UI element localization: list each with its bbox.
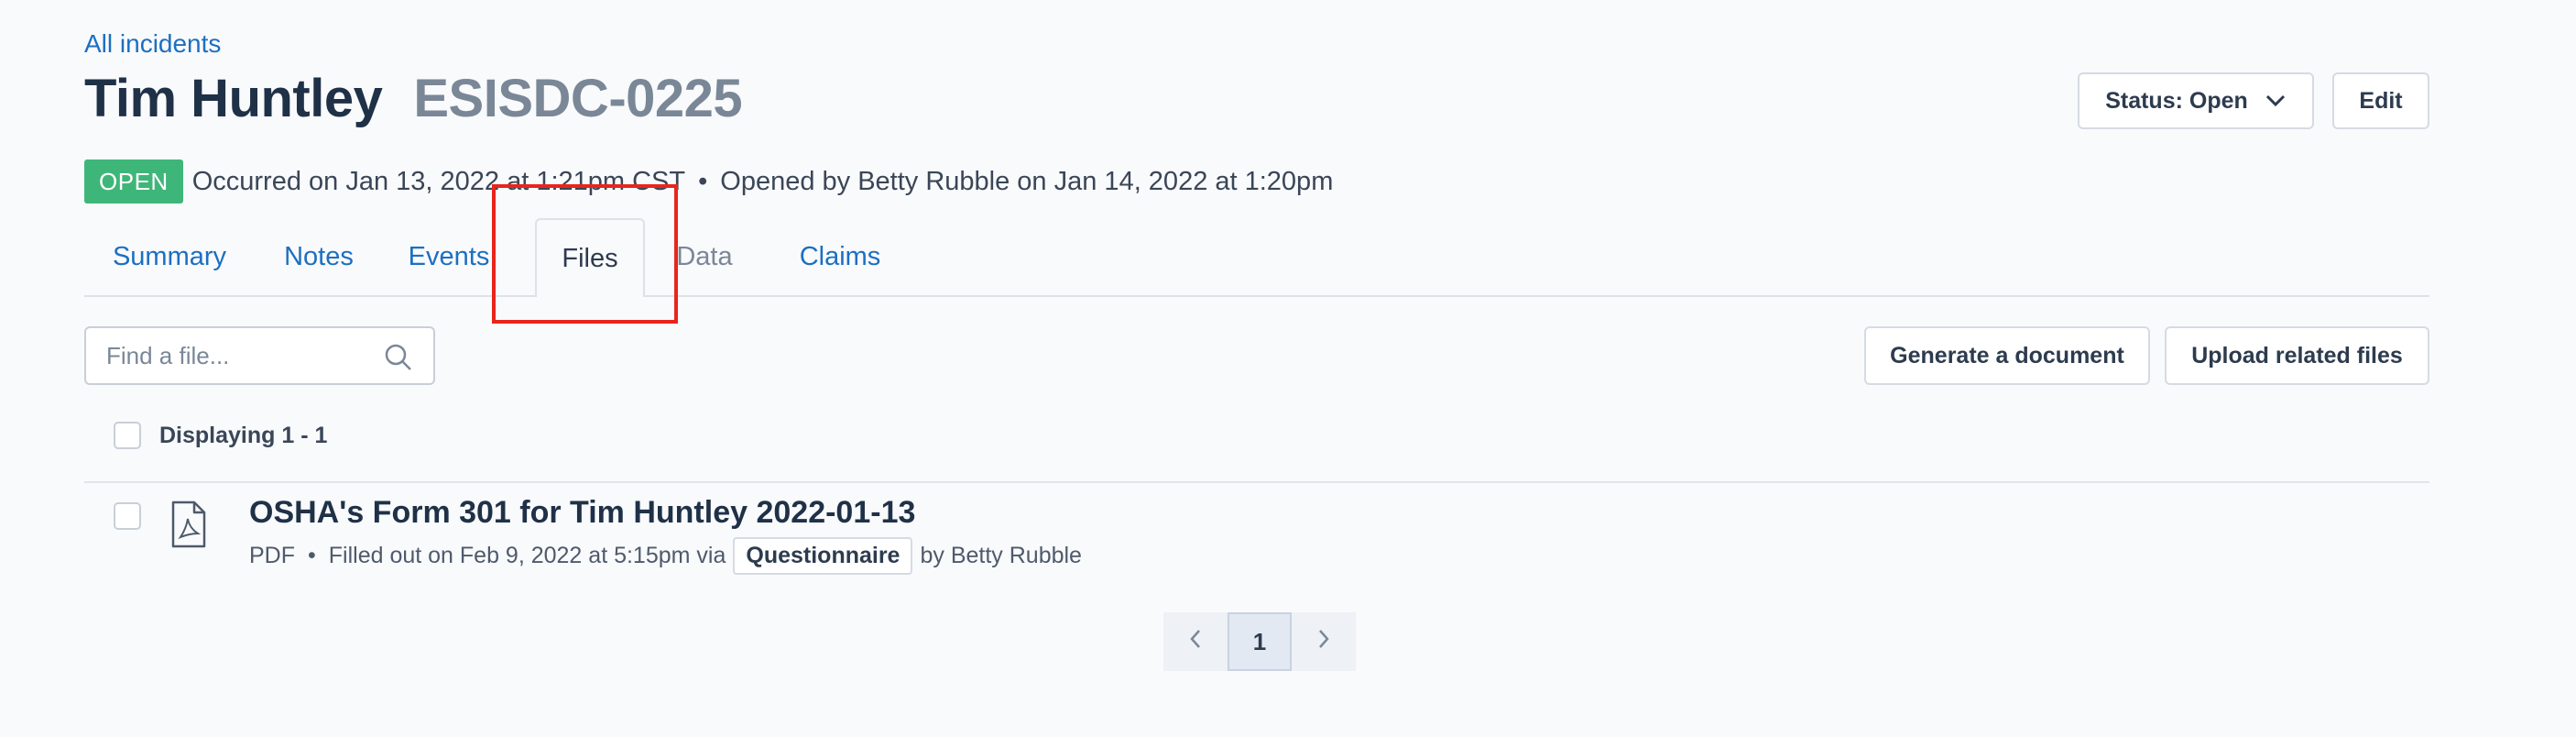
file-meta: PDF • Filled out on Feb 9, 2022 at 5:15p… — [249, 537, 1082, 575]
tab-summary[interactable]: Summary — [84, 218, 255, 295]
select-all-checkbox[interactable] — [114, 422, 141, 449]
questionnaire-tag[interactable]: Questionnaire — [733, 537, 913, 575]
file-checkbox[interactable] — [114, 502, 141, 530]
previous-page-button[interactable] — [1163, 612, 1228, 671]
pdf-file-icon — [170, 500, 207, 553]
tab-notes[interactable]: Notes — [255, 218, 383, 295]
search-icon[interactable] — [384, 343, 413, 377]
list-divider — [84, 481, 2429, 483]
file-type: PDF — [249, 543, 295, 568]
page-number-current[interactable]: 1 — [1228, 612, 1292, 671]
displaying-count: Displaying 1 - 1 — [159, 422, 328, 448]
chevron-down-icon — [2265, 88, 2287, 115]
opened-text: Opened by Betty Rubble on Jan 14, 2022 a… — [720, 166, 1334, 196]
page-title: Tim Huntley ESISDC-0225 — [84, 68, 743, 129]
file-search-input[interactable] — [104, 340, 374, 371]
incident-person-name: Tim Huntley — [84, 69, 383, 128]
incident-meta: OPEN Occurred on Jan 13, 2022 at 1:21pm … — [84, 159, 1333, 204]
tab-bar: Summary Notes Events Files Data Claims — [84, 218, 2429, 297]
incident-id: ESISDC-0225 — [413, 69, 743, 128]
edit-button[interactable]: Edit — [2332, 72, 2429, 129]
pagination: 1 — [1163, 612, 1356, 671]
list-item: OSHA's Form 301 for Tim Huntley 2022-01-… — [114, 495, 2404, 578]
edit-button-label: Edit — [2359, 87, 2403, 114]
upload-files-button[interactable]: Upload related files — [2165, 326, 2429, 385]
chevron-left-icon — [1188, 628, 1203, 656]
file-meta-separator: • — [308, 543, 316, 568]
breadcrumb-all-incidents[interactable]: All incidents — [84, 29, 221, 59]
tab-claims[interactable]: Claims — [773, 218, 907, 295]
meta-separator: • — [698, 166, 708, 196]
file-title-link[interactable]: OSHA's Form 301 for Tim Huntley 2022-01-… — [249, 495, 915, 531]
file-filled-text: Filled out on Feb 9, 2022 at 5:15pm via — [328, 543, 726, 568]
highlight-annotation — [492, 184, 678, 324]
select-all-row: Displaying 1 - 1 — [114, 422, 327, 449]
generate-document-button[interactable]: Generate a document — [1864, 326, 2150, 385]
next-page-button[interactable] — [1292, 612, 1356, 671]
file-search — [84, 326, 435, 385]
status-badge: OPEN — [84, 160, 183, 204]
chevron-right-icon — [1316, 628, 1331, 656]
upload-files-label: Upload related files — [2191, 342, 2403, 368]
status-dropdown-button[interactable]: Status: Open — [2078, 72, 2314, 129]
status-dropdown-label: Status: Open — [2105, 87, 2248, 114]
file-author: by Betty Rubble — [920, 543, 1082, 568]
generate-document-label: Generate a document — [1890, 342, 2124, 368]
